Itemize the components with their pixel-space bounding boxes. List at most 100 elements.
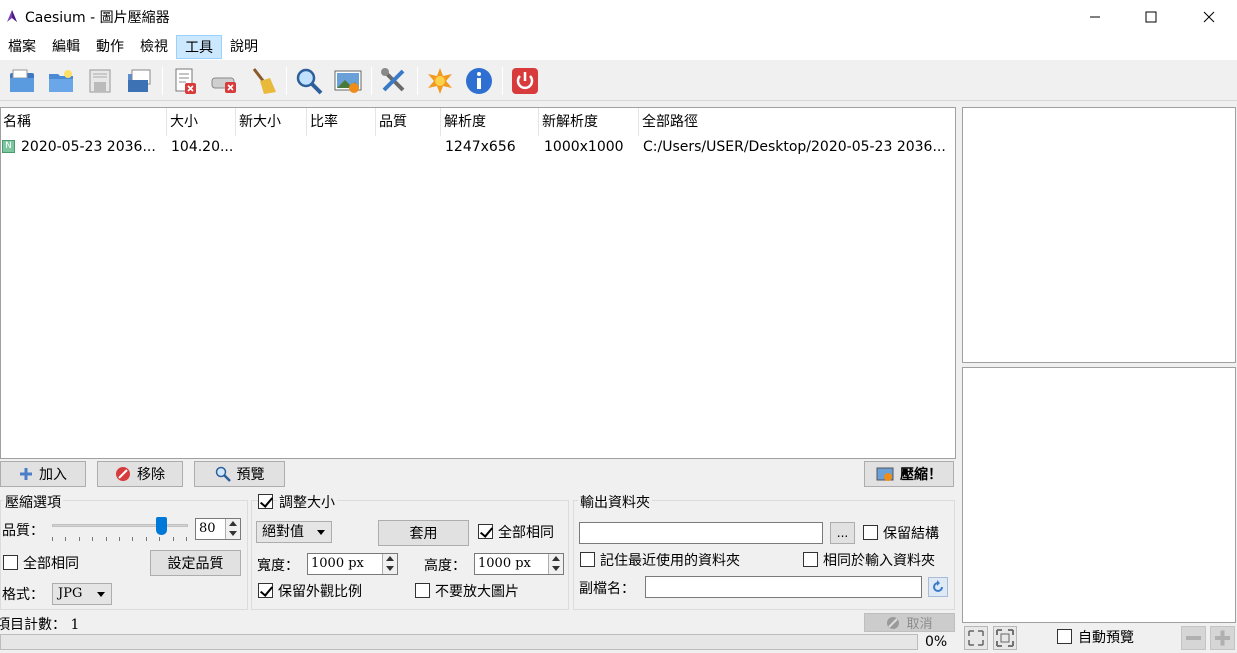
slider-tick [186,537,187,541]
cell-full-path: C:/Users/USER/Desktop/2020-05-23 2036... [643,139,946,155]
slider-tick [78,537,80,541]
same-as-input-checkbox[interactable] [803,552,818,567]
column-resolution[interactable]: 解析度 [442,108,539,136]
column-size[interactable]: 大小 [168,108,236,136]
zoom-button[interactable] [292,64,326,98]
add-button[interactable]: 加入 [0,461,86,487]
resize-mode-combobox[interactable]: 絕對值 [256,521,332,543]
quality-slider[interactable] [52,517,190,545]
menu-action[interactable]: 動作 [88,35,132,59]
plus-icon [1215,630,1230,646]
keep-aspect-ratio-checkbox[interactable] [258,583,273,598]
menu-edit[interactable]: 編輯 [44,35,88,59]
save-as-icon [128,69,151,92]
actual-size-button[interactable] [993,626,1017,650]
fit-to-window-button[interactable] [964,626,988,650]
zoom-in-button[interactable] [1210,626,1235,650]
remember-last-folder-checkbox[interactable] [580,552,595,567]
apply-button[interactable]: 套用 [378,520,469,546]
preview-image-button[interactable] [331,64,365,98]
cell-ratio [311,136,375,158]
progress-percentage: 0% [925,634,948,650]
slider-ticks [52,537,188,541]
menu-file[interactable]: 檔案 [0,35,44,59]
width-spinbox[interactable]: 1000 px [307,553,398,575]
star-update-icon [428,68,452,94]
format-combobox[interactable]: JPG [52,583,112,605]
tools-icon [381,68,405,92]
cell-new-size [240,136,306,158]
refresh-suffix-button[interactable] [928,577,948,597]
no-enlarge-checkbox[interactable] [415,583,430,598]
compress-button[interactable]: 壓縮！ [864,461,954,487]
broom-icon [252,68,276,94]
menu-tools[interactable]: 工具 [176,34,222,59]
open-files-button[interactable] [5,64,39,98]
menu-view[interactable]: 檢視 [132,35,176,59]
title-bar: Caesium - 圖片壓縮器 [0,0,1237,33]
column-full-path[interactable]: 全部路徑 [640,108,955,136]
resize-same-for-all-label: 全部相同 [498,525,554,541]
clear-list-icon [211,77,236,93]
toolbar [0,60,1237,101]
close-button[interactable] [1180,0,1237,33]
clear-list-button[interactable] [207,64,241,98]
toolbar-separator [502,67,503,95]
exit-button[interactable] [508,64,542,98]
column-ratio[interactable]: 比率 [308,108,376,136]
suffix-label: 副檔名： [579,581,635,597]
update-button[interactable] [423,64,457,98]
item-count-value: 1 [70,617,80,633]
column-new-resolution[interactable]: 新解析度 [540,108,639,136]
slider-track [52,524,188,527]
height-spinbox[interactable]: 1000 px [474,553,564,575]
remove-item-button[interactable] [168,64,202,98]
save-list-icon [89,69,111,93]
maximize-button[interactable] [1122,0,1180,33]
file-list-header: 名稱 大小 新大小 比率 品質 解析度 新解析度 全部路徑 [1,108,955,136]
chevron-down-icon [317,530,325,535]
preview-button[interactable]: 預覽 [194,461,285,487]
spin-arrows-icon[interactable] [382,554,397,574]
spin-arrows-icon[interactable] [225,519,240,539]
cell-new-resolution: 1000x1000 [544,139,624,155]
minimize-icon [1090,16,1100,17]
window-title: Caesium - 圖片壓縮器 [25,10,170,26]
clean-button[interactable] [246,64,280,98]
save-as-button[interactable] [122,64,156,98]
quality-spinbox[interactable]: 80 [195,518,241,540]
settings-button[interactable] [377,64,411,98]
open-folder-button[interactable] [44,64,78,98]
cancel-button[interactable]: 取消 [864,613,955,632]
spin-arrows-icon[interactable] [548,554,563,574]
about-button[interactable] [462,64,496,98]
save-list-button[interactable] [83,64,117,98]
resize-same-for-all-checkbox[interactable] [478,524,493,539]
remember-last-folder-label: 記住最近使用的資料夾 [600,553,740,569]
compression-options-title: 壓縮選項 [3,492,63,512]
minus-icon [1186,636,1201,640]
quality-same-for-all-checkbox[interactable] [3,555,18,570]
column-quality[interactable]: 品質 [377,108,441,136]
auto-preview-checkbox[interactable] [1057,629,1072,644]
table-row[interactable]: N 2020-05-23 2036... 104.20... 1247x656 … [1,136,955,158]
slider-thumb[interactable] [155,517,167,535]
suffix-input[interactable] [645,576,922,598]
zoom-out-button[interactable] [1181,626,1206,650]
resize-checkbox[interactable] [258,494,273,509]
column-name[interactable]: 名稱 [1,108,167,136]
column-new-size[interactable]: 新大小 [237,108,307,136]
slider-tick [105,537,107,541]
minimize-button[interactable] [1066,0,1124,33]
file-list[interactable]: 名稱 大小 新大小 比率 品質 解析度 新解析度 全部路徑 N 2020-05-… [0,107,956,459]
browse-folder-button[interactable]: ... [830,522,855,544]
toolbar-separator [286,67,287,95]
output-folder-input[interactable] [579,522,823,544]
no-entry-icon [887,616,900,629]
remove-button[interactable]: 移除 [97,461,183,487]
keep-structure-checkbox[interactable] [863,525,878,540]
slider-tick [119,537,120,541]
menu-help[interactable]: 說明 [222,35,266,59]
magnifier-icon [296,68,323,95]
set-quality-button[interactable]: 設定品質 [150,550,241,576]
